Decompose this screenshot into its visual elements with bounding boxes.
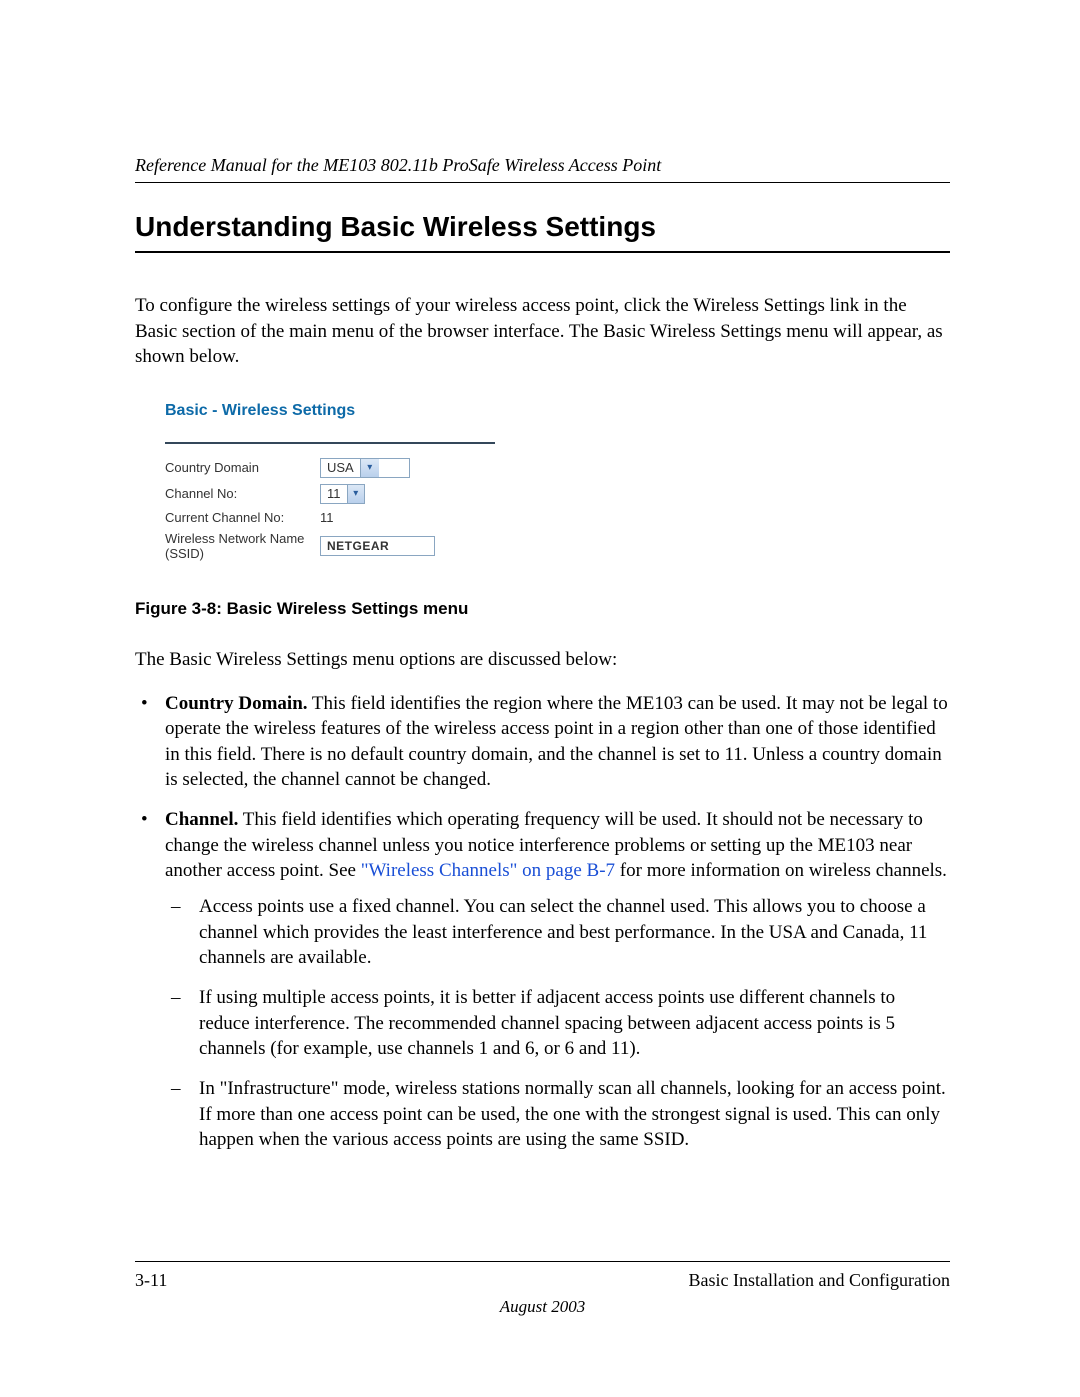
row-channel-no: Channel No: 11 ▾	[165, 484, 497, 504]
dropdown-value: USA	[321, 460, 360, 475]
dropdown-value: 11	[321, 486, 347, 501]
row-ssid: Wireless Network Name (SSID) NETGEAR	[165, 531, 497, 561]
figure-caption: Figure 3-8: Basic Wireless Settings menu	[135, 599, 950, 619]
link-wireless-channels[interactable]: "Wireless Channels" on page B-7	[361, 860, 615, 881]
value-current-channel: 11	[320, 510, 334, 525]
after-figure-paragraph: The Basic Wireless Settings menu options…	[135, 647, 950, 673]
row-current-channel: Current Channel No: 11	[165, 510, 497, 525]
running-header: Reference Manual for the ME103 802.11b P…	[135, 155, 950, 176]
footer-rule	[135, 1261, 950, 1262]
sub-bullet-b: If using multiple access points, it is b…	[165, 985, 950, 1062]
input-ssid[interactable]: NETGEAR	[320, 536, 435, 556]
sub-bullet-c: In "Infrastructure" mode, wireless stati…	[165, 1076, 950, 1153]
figure-panel-title: Basic - Wireless Settings	[165, 402, 497, 420]
label-ssid: Wireless Network Name (SSID)	[165, 531, 320, 561]
label-channel-no: Channel No:	[165, 486, 320, 501]
chevron-down-icon[interactable]: ▾	[360, 459, 379, 477]
page-number: 3-11	[135, 1270, 167, 1291]
bullet-list: Country Domain. This field identifies th…	[135, 691, 950, 1153]
bullet-lead: Channel.	[165, 809, 238, 830]
header-rule	[135, 182, 950, 183]
section-title: Understanding Basic Wireless Settings	[135, 211, 950, 243]
page-footer: 3-11 Basic Installation and Configuratio…	[135, 1261, 950, 1317]
bullet-text-after-link: for more information on wireless channel…	[615, 860, 947, 881]
dropdown-channel-no[interactable]: 11 ▾	[320, 484, 365, 504]
sub-bullet-a: Access points use a fixed channel. You c…	[165, 894, 950, 971]
label-country-domain: Country Domain	[165, 460, 320, 475]
intro-paragraph: To configure the wireless settings of yo…	[135, 293, 950, 370]
footer-date: August 2003	[135, 1297, 950, 1317]
row-country-domain: Country Domain USA ▾	[165, 458, 497, 478]
title-rule	[135, 251, 950, 253]
figure-wireless-settings: Basic - Wireless Settings Country Domain…	[135, 388, 515, 581]
figure-divider	[165, 442, 495, 444]
bullet-channel: Channel. This field identifies which ope…	[135, 807, 950, 1153]
sub-bullet-list: Access points use a fixed channel. You c…	[165, 894, 950, 1153]
bullet-country-domain: Country Domain. This field identifies th…	[135, 691, 950, 794]
footer-section: Basic Installation and Configuration	[689, 1270, 950, 1291]
label-current-channel: Current Channel No:	[165, 510, 320, 525]
chevron-down-icon[interactable]: ▾	[347, 485, 365, 503]
dropdown-country-domain[interactable]: USA ▾	[320, 458, 410, 478]
bullet-lead: Country Domain.	[165, 693, 308, 714]
